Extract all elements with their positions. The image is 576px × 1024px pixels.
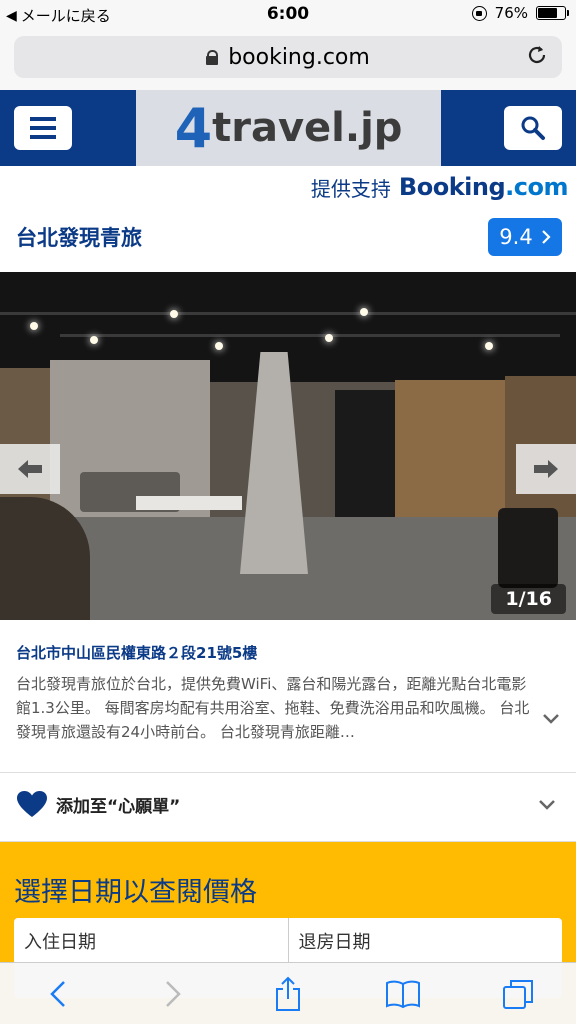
- book-icon: [386, 980, 421, 1008]
- rotation-lock-icon: [471, 5, 487, 21]
- expand-description-button[interactable]: [542, 710, 560, 729]
- hotel-name: 台北發現青旅: [16, 226, 142, 250]
- checkout-label: 退房日期: [298, 932, 371, 953]
- tabs-icon: [503, 979, 534, 1009]
- menu-button[interactable]: [14, 106, 72, 150]
- browser-forward-button[interactable]: [143, 969, 203, 1019]
- checkin-label: 入住日期: [24, 932, 96, 953]
- hamburger-icon: [30, 117, 56, 121]
- powered-by: 提供支持 Booking.com: [310, 168, 569, 206]
- logo-text: travel.jp: [212, 105, 403, 151]
- reload-icon[interactable]: [526, 44, 548, 72]
- hotel-photo-carousel[interactable]: 1/16: [0, 272, 576, 620]
- powered-by-label: 提供支持: [310, 176, 391, 201]
- browser-address-area: booking.com: [0, 30, 576, 90]
- review-score-button[interactable]: 9.4: [488, 218, 562, 256]
- share-button[interactable]: [258, 969, 318, 1019]
- padlock-icon: [206, 50, 219, 65]
- hotel-address[interactable]: 台北市中山區民權東路２段21號5樓: [16, 642, 257, 663]
- wishlist-label: 添加至“心願單”: [56, 796, 181, 817]
- divider: [0, 772, 576, 773]
- heart-icon: [17, 791, 47, 817]
- arrow-left-icon: [18, 460, 42, 478]
- status-bar: ◀ メールに戻る 6:00 76%: [0, 0, 576, 30]
- battery-percent: 76%: [494, 4, 528, 22]
- chevron-right-icon: [165, 980, 181, 1007]
- date-panel-heading: 選擇日期以查閱價格: [14, 877, 257, 908]
- site-header: 4 travel.jp: [0, 90, 576, 166]
- hotel-description: 台北發現青旅位於台北，提供免費WiFi、露台和陽光露台，距離光點台北電影館1.3…: [16, 675, 530, 741]
- battery-icon: [536, 6, 569, 20]
- add-to-wishlist-button[interactable]: 添加至“心願單”: [16, 790, 180, 818]
- logo-number: 4: [174, 96, 213, 160]
- browser-back-button[interactable]: [28, 969, 88, 1019]
- chevron-left-icon: [49, 980, 65, 1007]
- arrow-right-icon: [534, 460, 558, 478]
- battery-fill: [538, 8, 557, 18]
- chevron-down-icon: [539, 800, 555, 810]
- address-bar[interactable]: booking.com: [14, 36, 562, 78]
- search-button[interactable]: [504, 106, 562, 150]
- previous-photo-button[interactable]: [0, 444, 60, 494]
- chevron-down-icon: [543, 714, 559, 724]
- wishlist-expand-button[interactable]: [538, 796, 556, 815]
- review-score: 9.4: [499, 225, 533, 249]
- site-logo[interactable]: 4 travel.jp: [136, 90, 441, 166]
- photo-counter: 1/16: [491, 584, 566, 614]
- next-photo-button[interactable]: [516, 444, 576, 494]
- tabs-button[interactable]: [488, 969, 548, 1019]
- share-icon: [275, 976, 300, 1011]
- browser-toolbar: [0, 962, 576, 1024]
- chevron-right-icon: [541, 230, 551, 244]
- booking-logo: Booking.com: [398, 173, 569, 201]
- url-text: booking.com: [228, 44, 370, 70]
- bookmarks-button[interactable]: [373, 969, 433, 1019]
- status-right: 76%: [471, 4, 569, 22]
- search-icon: [521, 116, 545, 140]
